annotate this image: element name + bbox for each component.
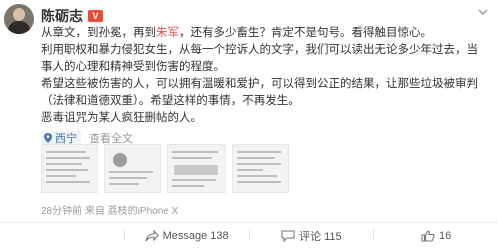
like-button[interactable]: 16 bbox=[374, 223, 498, 248]
share-button[interactable]: Message 138 bbox=[125, 223, 249, 248]
post-image-4[interactable] bbox=[232, 144, 289, 193]
username[interactable]: 陈砺志 bbox=[41, 6, 83, 26]
post-paragraph-4: 恶毒诅咒为某人疯狂删帖的人。 bbox=[41, 112, 202, 124]
comment-button[interactable]: 评论 115 bbox=[250, 223, 374, 248]
verified-badge: V bbox=[88, 10, 103, 22]
post-image-3[interactable] bbox=[167, 144, 226, 193]
post-header: 陈砺志 V bbox=[41, 6, 103, 26]
share-icon bbox=[145, 229, 159, 241]
comment-icon bbox=[281, 229, 295, 242]
avatar-face bbox=[13, 8, 25, 21]
location-tag[interactable]: 西宁 bbox=[41, 131, 81, 145]
chevron-down-icon[interactable] bbox=[477, 6, 489, 18]
post-paragraph-2: 利用职权和暴力侵犯女生，从每一个控诉人的文字，我们可以读出无论多少年过去，当事人… bbox=[41, 44, 478, 73]
mention-name[interactable]: 朱军 bbox=[156, 27, 179, 39]
location-pin-icon bbox=[44, 133, 52, 143]
post-content: 从章文，到孙冕，再到朱军，还有多少畜生？肯定不是句号。看得触目惊心。 利用职权和… bbox=[41, 25, 488, 146]
post-image-1[interactable] bbox=[41, 144, 98, 193]
post-paragraph-3: 希望这些被伤害的人，可以拥有温暖和爱护，可以得到公正的结果，让那些垃圾被审判（法… bbox=[41, 78, 478, 107]
image-strip bbox=[41, 144, 289, 193]
like-icon bbox=[421, 229, 435, 242]
favorite-button[interactable] bbox=[0, 223, 124, 248]
post-image-2[interactable] bbox=[104, 144, 161, 193]
action-bar: Message 138 评论 115 16 bbox=[0, 222, 498, 248]
post-line-1: 从章文，到孙冕，再到朱军，还有多少畜生？肯定不是句号。看得触目惊心。 bbox=[41, 27, 432, 39]
post-meta: 28分钟前 来自 荔枝的iPhone X bbox=[41, 206, 179, 217]
avatar-body bbox=[8, 21, 30, 34]
avatar[interactable] bbox=[4, 4, 34, 34]
